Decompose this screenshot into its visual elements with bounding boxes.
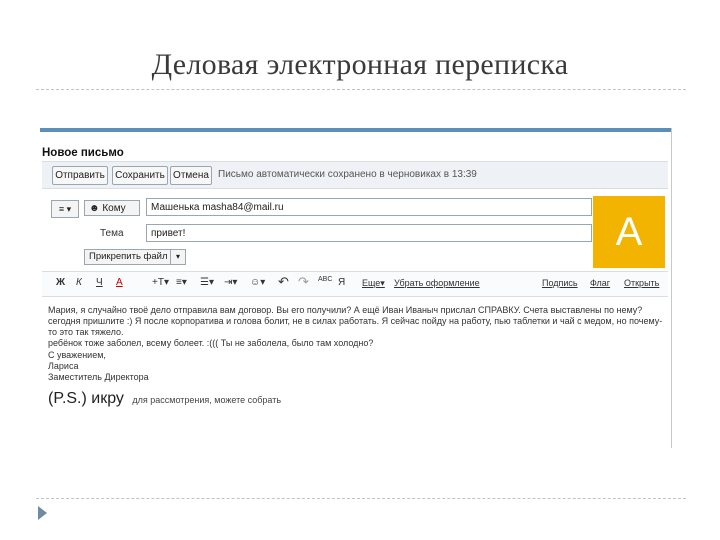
- save-button[interactable]: Сохранить: [112, 166, 168, 185]
- top-divider: [36, 89, 686, 90]
- window-right-border: [671, 128, 672, 448]
- to-contacts-button[interactable]: ☻ Кому: [84, 200, 140, 216]
- align-button[interactable]: ≡▾: [176, 277, 187, 288]
- subject-label: Тема: [100, 228, 124, 239]
- autosave-status: Письмо автоматически сохранено в чернови…: [218, 169, 477, 180]
- font-color-button[interactable]: А: [116, 277, 123, 288]
- redo-icon[interactable]: ↷: [298, 274, 309, 290]
- slide-title: Деловая электронная переписка: [151, 48, 569, 81]
- signature-title: Заместитель Директора: [48, 372, 149, 382]
- remove-format-link[interactable]: Убрать оформление: [394, 278, 480, 288]
- text-size-button[interactable]: +T▾: [152, 277, 169, 288]
- message-body[interactable]: Мария, я случайно твоё дело отправила ва…: [48, 305, 668, 349]
- signature-link[interactable]: Подпись: [542, 278, 578, 288]
- message-line: сегодня пришлите :) Я после корпоратива …: [48, 316, 663, 337]
- subject-field[interactable]: привет!: [146, 224, 592, 242]
- more-menu[interactable]: Еще▾: [362, 278, 385, 289]
- bottom-divider: [36, 498, 686, 499]
- translit-icon[interactable]: Я: [338, 277, 345, 288]
- undo-icon[interactable]: ↶: [278, 274, 289, 290]
- spellcheck-icon[interactable]: ABC: [318, 276, 332, 283]
- open-link[interactable]: Открыть: [624, 278, 659, 288]
- to-field[interactable]: Машенька masha84@mail.ru: [146, 198, 592, 216]
- list-button[interactable]: ☰▾: [200, 277, 214, 288]
- attach-dropdown-arrow[interactable]: ▾: [170, 249, 186, 265]
- formatting-toolbar: Ж К Ч А +T▾ ≡▾ ☰▾ ⇥▾ ☺▾ ↶ ↷ ABC Я Еще▾ У…: [42, 271, 668, 297]
- message-line: ребёнок тоже заболел, всему болеет. :(((…: [48, 338, 374, 348]
- sender-avatar: А: [593, 196, 665, 268]
- cancel-button[interactable]: Отмена: [170, 166, 212, 185]
- bold-button[interactable]: Ж: [56, 277, 65, 288]
- postscript: (P.S.) икру для рассмотрения, можете соб…: [48, 390, 281, 408]
- compose-toolbar: Отправить Сохранить Отмена Письмо автома…: [42, 161, 668, 189]
- send-button[interactable]: Отправить: [52, 166, 108, 185]
- recipient-menu-button[interactable]: ≡ ▾: [51, 200, 79, 218]
- window-top-border: [40, 128, 672, 132]
- signature-block: С уважением, Лариса Заместитель Директор…: [48, 350, 149, 383]
- to-button-label: Кому: [102, 203, 126, 214]
- window-title: Новое письмо: [42, 147, 124, 159]
- flag-link[interactable]: Флаг: [590, 278, 610, 288]
- indent-button[interactable]: ⇥▾: [224, 277, 237, 288]
- underline-button[interactable]: Ч: [96, 277, 103, 288]
- email-compose-window: Новое письмо Отправить Сохранить Отмена …: [40, 128, 672, 448]
- bullet-arrow-icon: [38, 506, 47, 520]
- signature-greeting: С уважением,: [48, 350, 106, 360]
- signature-name: Лариса: [48, 361, 79, 371]
- person-icon: ☻: [89, 203, 100, 214]
- attach-file-button[interactable]: Прикрепить файл: [84, 249, 173, 265]
- message-line: Мария, я случайно твоё дело отправила ва…: [48, 305, 643, 315]
- postscript-large: (P.S.) икру: [48, 390, 124, 407]
- italic-button[interactable]: К: [76, 277, 82, 288]
- smiley-icon[interactable]: ☺▾: [250, 277, 265, 288]
- postscript-small: для рассмотрения, можете собрать: [132, 395, 282, 405]
